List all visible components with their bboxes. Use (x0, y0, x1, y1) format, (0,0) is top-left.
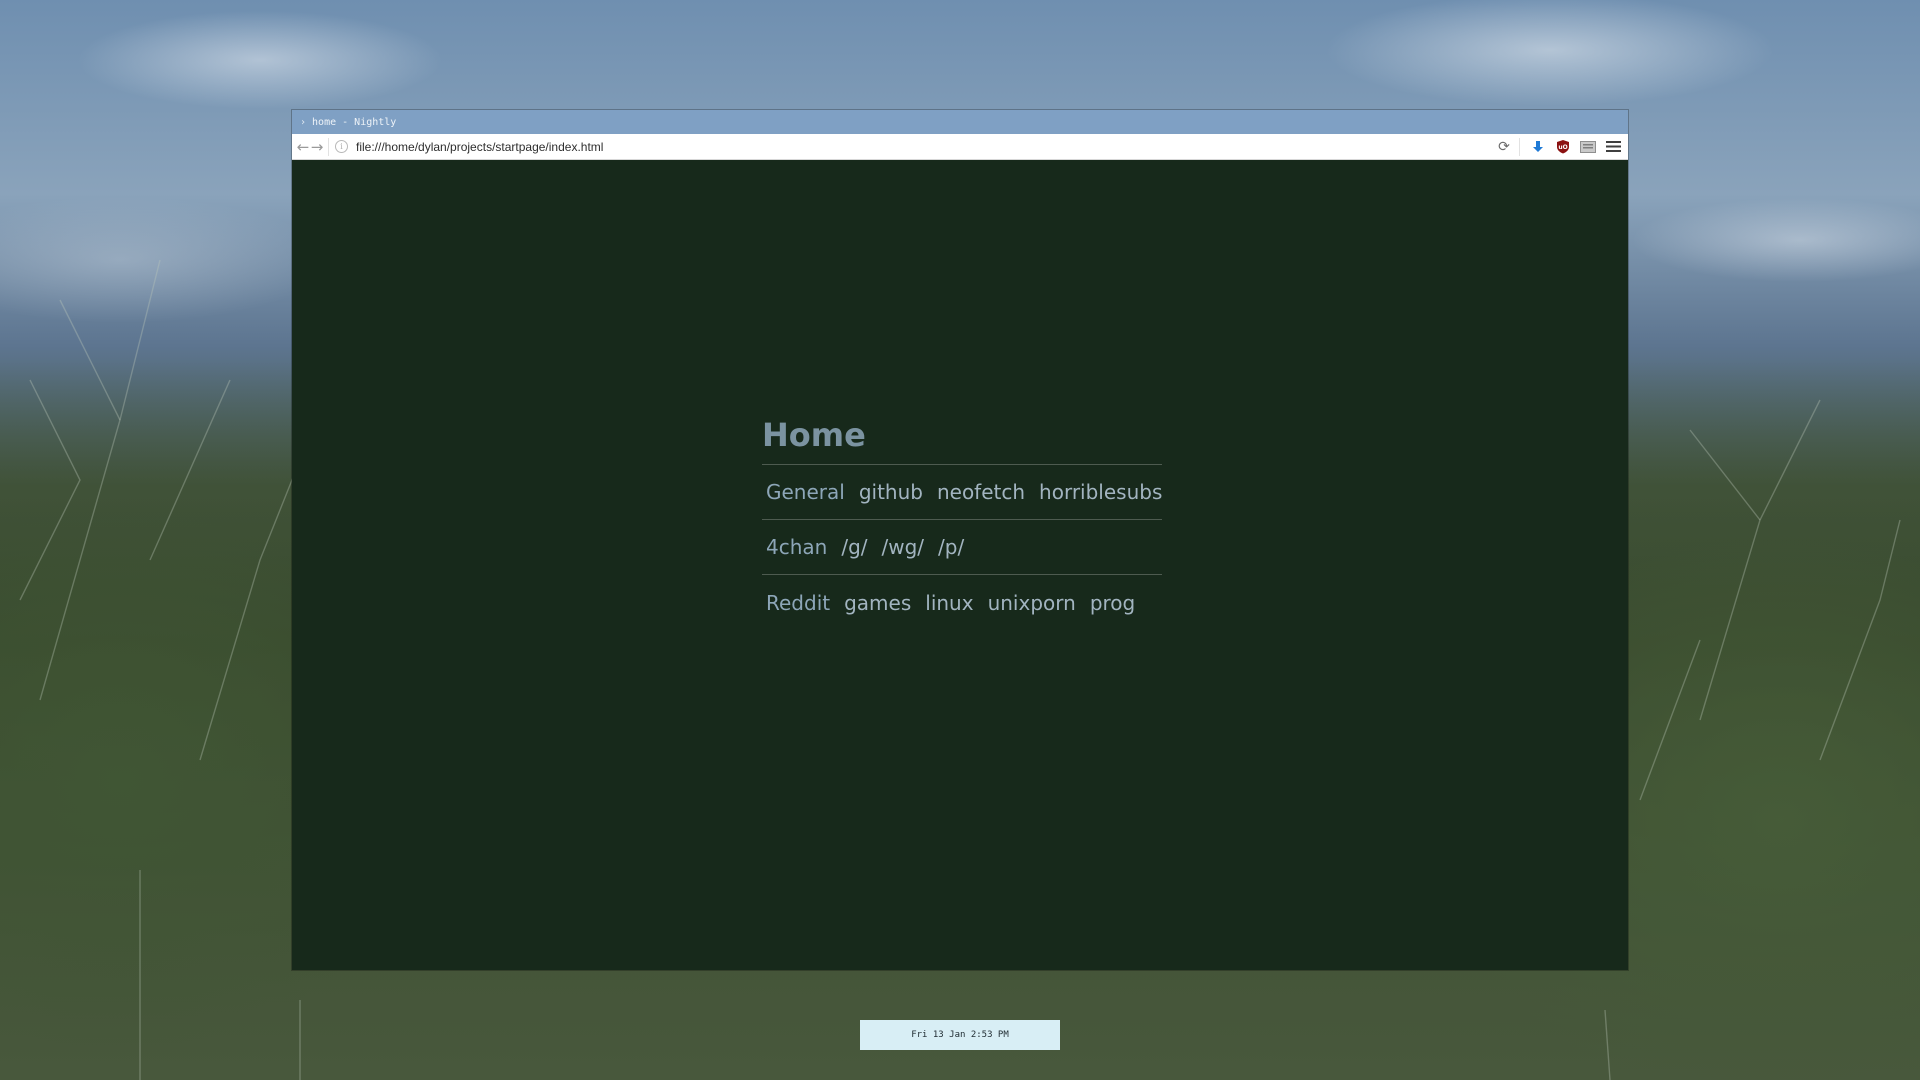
link-g-board[interactable]: /g/ (841, 535, 867, 559)
site-info-icon[interactable]: i (335, 140, 348, 153)
link-row-4chan: 4chan /g/ /wg/ /p/ (762, 520, 1162, 575)
menu-button[interactable] (1602, 136, 1624, 158)
back-arrow-icon: ← (296, 137, 310, 156)
link-unixporn[interactable]: unixporn (988, 591, 1076, 615)
link-neofetch[interactable]: neofetch (937, 480, 1025, 504)
startpage-panel: Home General github neofetch horriblesub… (762, 415, 1162, 630)
url-input[interactable] (354, 139, 1490, 154)
toolbar-divider (1519, 137, 1520, 156)
svg-text:uO: uO (1558, 144, 1567, 151)
link-games[interactable]: games (844, 591, 911, 615)
forward-button[interactable]: → (310, 137, 324, 157)
extension-badge-icon (1580, 140, 1596, 153)
back-button[interactable]: ← (296, 137, 310, 157)
toolbar-divider (328, 137, 329, 156)
link-wg-board[interactable]: /wg/ (882, 535, 925, 559)
link-row-general: General github neofetch horriblesubs (762, 465, 1162, 520)
downloads-button[interactable] (1527, 136, 1549, 158)
ublock-button[interactable]: uO (1552, 136, 1574, 158)
page-content: Home General github neofetch horriblesub… (292, 160, 1628, 970)
navigation-toolbar: ← → i ⟳ uO (292, 134, 1628, 160)
hamburger-menu-icon (1605, 141, 1621, 152)
link-horriblesubs[interactable]: horriblesubs (1039, 480, 1162, 504)
window-title: home - Nightly (312, 116, 397, 128)
window-titlebar: › home - Nightly (292, 110, 1628, 134)
link-p-board[interactable]: /p/ (938, 535, 964, 559)
taskbar-clock: Fri 13 Jan 2:53 PM (860, 1020, 1060, 1050)
extension-button[interactable] (1577, 136, 1599, 158)
link-linux[interactable]: linux (925, 591, 973, 615)
window-menu-icon[interactable]: › (300, 117, 306, 128)
clock-text: Fri 13 Jan 2:53 PM (911, 1030, 1009, 1040)
page-title: Home (762, 415, 1162, 465)
ublock-shield-icon: uO (1557, 140, 1569, 154)
forward-arrow-icon: → (310, 137, 324, 156)
category-link-reddit[interactable]: Reddit (766, 591, 830, 615)
link-github[interactable]: github (859, 480, 923, 504)
category-link-4chan[interactable]: 4chan (766, 535, 827, 559)
reload-button[interactable]: ⟳ (1493, 136, 1515, 158)
browser-window: › home - Nightly ← → i ⟳ uO (292, 110, 1628, 970)
link-row-reddit: Reddit games linux unixporn prog (762, 575, 1162, 630)
category-link-general[interactable]: General (766, 480, 845, 504)
link-prog[interactable]: prog (1090, 591, 1135, 615)
download-arrow-icon (1533, 140, 1543, 152)
reload-icon: ⟳ (1498, 138, 1510, 155)
